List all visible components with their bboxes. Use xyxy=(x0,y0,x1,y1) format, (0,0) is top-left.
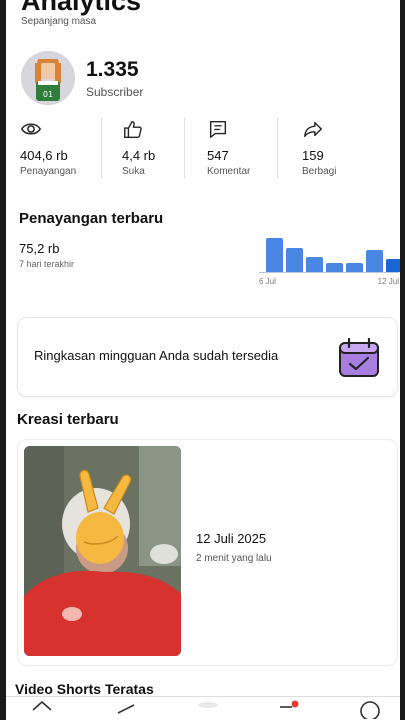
stats-row: 404,6 rb Penayangan 4,4 rb Suka 547 Kome… xyxy=(6,117,400,181)
subscriber-label: Subscriber xyxy=(86,84,144,99)
chart-bar-9-jul xyxy=(326,263,343,272)
stat-value: 404,6 rb xyxy=(20,148,68,163)
recent-views-title: Penayangan terbaru xyxy=(19,210,164,227)
chart-bar-12-jul xyxy=(386,259,400,272)
weekly-summary-text: Ringkasan mingguan Anda sudah tersedia xyxy=(34,348,279,363)
eye-icon xyxy=(20,123,42,135)
stat-label: Penayangan xyxy=(20,166,77,177)
avatar[interactable]: 01 xyxy=(21,51,75,105)
channel-summary: 01 1.335 Subscriber xyxy=(21,51,143,105)
recent-views-value: 75,2 rb xyxy=(19,241,60,256)
chart-bar-10-jul xyxy=(346,263,363,272)
stat-shares[interactable]: 159 Berbagi xyxy=(278,117,378,181)
chart-tick-start: 6 Jul xyxy=(259,277,276,286)
video-thumbnail[interactable] xyxy=(24,446,181,656)
recent-views-chart[interactable]: 6 Jul 12 Jul xyxy=(259,236,400,288)
stat-label: Suka xyxy=(122,166,145,177)
notification-dot xyxy=(291,700,299,708)
recent-views-range: 7 hari terakhir xyxy=(19,259,75,269)
stat-value: 4,4 rb xyxy=(122,148,156,163)
calendar-check-icon xyxy=(339,337,379,377)
profile-nav-icon[interactable] xyxy=(358,699,382,719)
video-published-ago: 2 menit yang lalu xyxy=(196,553,272,564)
chart-baseline xyxy=(259,272,399,273)
chart-bar-11-jul xyxy=(366,250,383,272)
stat-views[interactable]: 404,6 rb Penayangan xyxy=(6,117,101,181)
stat-value: 547 xyxy=(207,148,229,163)
home-icon[interactable] xyxy=(30,699,54,719)
analytics-nav-icon[interactable] xyxy=(196,699,220,719)
page-subtitle: Sepanjang masa xyxy=(21,16,97,27)
comments-nav-icon[interactable] xyxy=(278,699,302,719)
subscriber-block: 1.335 Subscriber xyxy=(86,58,143,99)
stat-label: Berbagi xyxy=(302,166,337,177)
analytics-screen: Analytics Sepanjang masa 01 1.335 Subscr… xyxy=(6,0,400,720)
video-date: 12 Juli 2025 xyxy=(196,531,267,546)
share-icon xyxy=(304,121,322,138)
subscriber-count: 1.335 xyxy=(86,57,139,81)
chart-tick-end: 12 Jul xyxy=(377,277,399,286)
comment-icon xyxy=(209,120,227,138)
chart-bar-7-jul xyxy=(286,248,303,272)
stat-label: Komentar xyxy=(207,166,251,177)
weekly-summary-card[interactable]: Ringkasan mingguan Anda sudah tersedia xyxy=(17,317,398,397)
stat-likes[interactable]: 4,4 rb Suka xyxy=(102,117,184,181)
avatar-illustration: 01 xyxy=(21,51,75,105)
chart-bar-8-jul xyxy=(306,257,323,272)
thumbnail-image xyxy=(24,446,181,656)
stat-value: 159 xyxy=(302,148,324,163)
recent-creations-title: Kreasi terbaru xyxy=(17,411,119,428)
bottom-navigation xyxy=(6,696,400,720)
thumbs-up-icon xyxy=(124,120,142,138)
chart-bar-6-jul xyxy=(266,238,283,272)
top-shorts-title: Video Shorts Teratas xyxy=(15,681,154,697)
stat-comments[interactable]: 547 Komentar xyxy=(185,117,277,181)
page-title: Analytics xyxy=(21,0,142,16)
svg-text:01: 01 xyxy=(43,90,53,99)
content-icon[interactable] xyxy=(114,699,138,719)
